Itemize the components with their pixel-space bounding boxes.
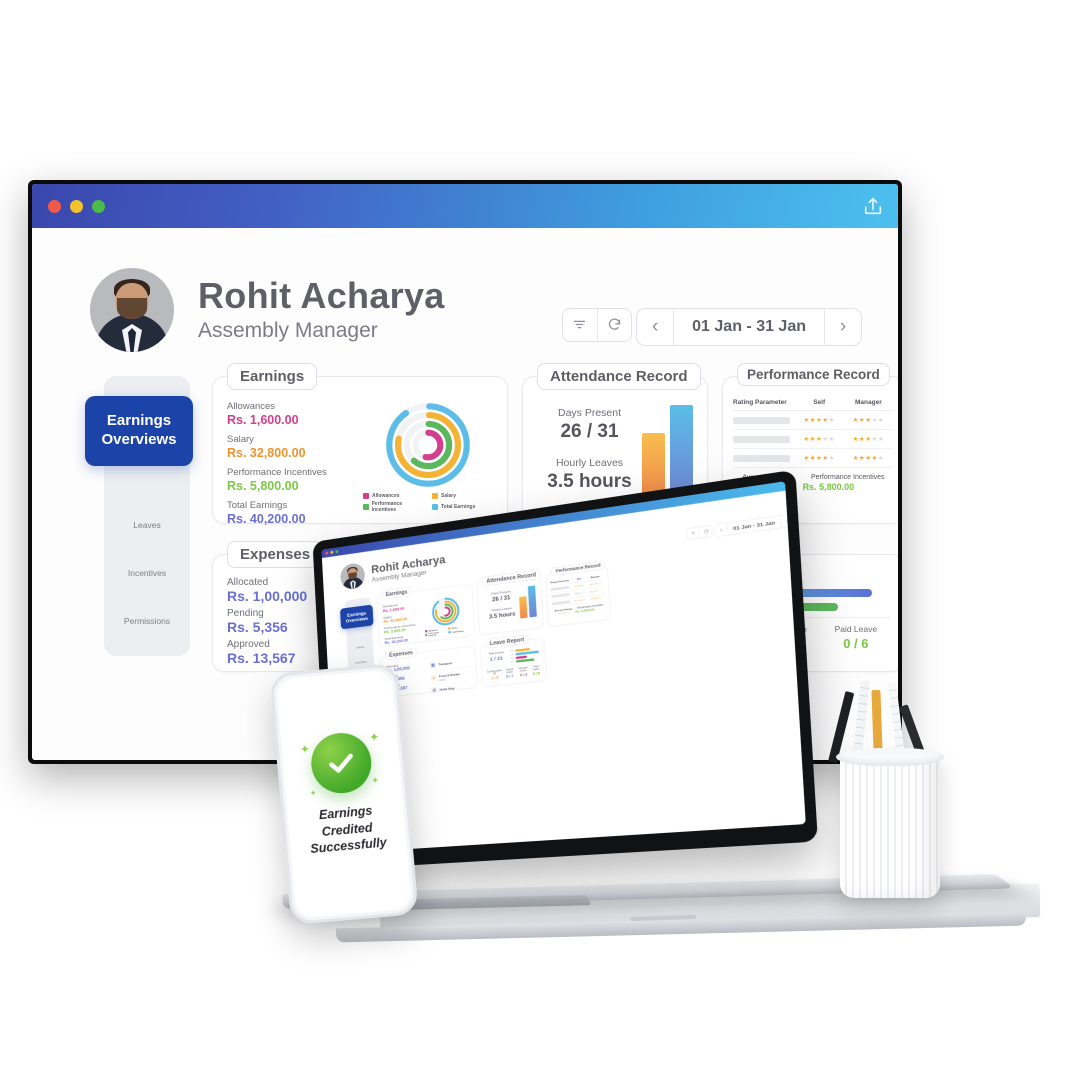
parameter-placeholder: [733, 416, 790, 424]
sidebar-item-label: Earnings Overviews: [101, 412, 177, 448]
earnings-label: Performance Incentives: [227, 467, 327, 478]
days-present-value: 26 / 31: [560, 421, 619, 442]
manager-rating: ★★★★★: [852, 455, 885, 462]
sidebar-item-permissions[interactable]: Permissions: [104, 616, 190, 626]
laptop-prev-icon: ‹: [719, 526, 723, 534]
earnings-label: Allowances: [227, 401, 276, 412]
bar-days-present: [670, 405, 693, 497]
share-upload-icon[interactable]: [862, 195, 884, 217]
laptop-attendance-title: Attendance Record: [482, 569, 541, 587]
table-row: ★★★★★ ★★★★★: [733, 449, 893, 468]
earnings-value: Rs. 32,800.00: [227, 446, 306, 460]
hourly-leaves-label: Hourly Leaves: [555, 457, 624, 469]
legend-item: Performance Incentives: [363, 501, 424, 513]
laptop-avatar: [339, 561, 366, 591]
laptop-donut-chart: [429, 595, 462, 628]
earnings-value: Rs. 40,200.00: [227, 512, 306, 526]
table-row: ★★★★★ ★★★★★: [733, 430, 893, 449]
pen-holder-rim: [836, 748, 944, 766]
chevron-right-icon[interactable]: ›: [825, 316, 861, 338]
multi-ring-donut-chart: [386, 403, 470, 487]
earnings-card-title: Earnings: [227, 363, 318, 390]
table-row: ★★★★★ ★★★★★: [733, 411, 893, 430]
sidebar-item-incentives[interactable]: Incentives: [104, 568, 190, 578]
legend-item: Allowances: [363, 493, 424, 499]
column-header: Manager: [855, 399, 882, 406]
earnings-legend: Allowances Salary Performance Incentives…: [363, 493, 493, 513]
laptop-next-icon: ›: [786, 516, 789, 525]
laptop-refresh-icon: [699, 525, 713, 538]
legend-item: Total Earnings: [432, 501, 493, 513]
chevron-left-icon[interactable]: ‹: [637, 316, 673, 338]
laptop-leave-report-title: Leave Report: [485, 634, 529, 649]
close-icon[interactable]: [48, 199, 61, 213]
maximize-icon[interactable]: [92, 199, 105, 213]
earnings-label: Total Earnings: [227, 500, 288, 511]
scene: Rohit Acharya Assembly Manager ‹ 01 Jan …: [0, 0, 1080, 1080]
earnings-card: Earnings Allowances Rs. 1,600.00 Salary …: [212, 363, 508, 526]
sidebar: Earnings Overviews Leaves Incentives Per…: [85, 376, 193, 656]
laptop-expenses-title: Expenses: [385, 647, 417, 661]
sidebar-item-earnings-overviews[interactable]: Earnings Overviews: [85, 396, 193, 466]
refresh-icon[interactable]: [596, 308, 631, 341]
earnings-value: Rs. 5,800.00: [227, 479, 299, 493]
attendance-card-title: Attendance Record: [537, 363, 701, 390]
filter-icon[interactable]: [563, 309, 597, 341]
phone-device: ✦ ✦ ✦ ✦ Earnings Credited Successfully: [269, 662, 419, 926]
laptop-hotel-icon: ▦: [431, 687, 438, 694]
performance-incentive-value: Rs. 5,800.00: [802, 482, 855, 492]
laptop-leave-report-card: Leave Report Total Leaves 1 / 21 CO CL V…: [480, 634, 547, 688]
laptop-sidebar-leaves: Leaves: [355, 645, 365, 650]
laptop-earnings-title: Earnings: [381, 586, 412, 600]
laptop-traffic-lights: [325, 549, 339, 555]
laptop-attendance-card: Attendance Record Days Present 26 / 31 H…: [476, 569, 544, 636]
avatar: [90, 268, 174, 352]
minimize-icon[interactable]: [70, 199, 83, 213]
leave-label: Paid Leave: [834, 624, 878, 634]
laptop-performance-card: Performance Record Rating Parameter Self M…: [545, 560, 611, 627]
laptop-filter-icon: [687, 527, 700, 540]
self-rating: ★★★★★: [803, 417, 835, 424]
earnings-value: Rs. 1,600.00: [227, 413, 299, 427]
hourly-leaves-value: 3.5 hours: [547, 471, 632, 492]
header-actions: ‹ 01 Jan - 31 Jan ›: [561, 296, 862, 346]
earnings-chart: Allowances Salary Performance Incentives…: [363, 401, 493, 513]
laptop-bus-icon: ▩: [429, 661, 436, 669]
phone-screen: ✦ ✦ ✦ ✦ Earnings Credited Successfully: [275, 669, 413, 919]
laptop-sidebar-active: Earnings Overviews: [340, 604, 374, 630]
self-rating: ★★★★★: [803, 455, 835, 462]
manager-rating: ★★★★★: [852, 417, 885, 424]
laptop-earnings-card: Earnings Allowances Rs. 1,600.00 Salary …: [376, 583, 475, 647]
profile-role: Assembly Manager: [198, 318, 378, 342]
performance-table-header: Rating Parameter Self Manager: [733, 399, 893, 411]
leave-value: 0 / 6: [843, 636, 869, 651]
self-rating: ★★★★★: [803, 436, 835, 443]
performance-card-title: Performance Record: [737, 363, 890, 386]
days-present-label: Days Present: [557, 407, 622, 419]
success-check-icon: ✦ ✦ ✦ ✦: [299, 729, 380, 798]
earnings-values: Allowances Rs. 1,600.00 Salary Rs. 32,80…: [227, 401, 363, 526]
earnings-label: Salary: [227, 434, 254, 445]
laptop-food-icon: ●: [430, 674, 437, 681]
legend-item: Salary: [432, 493, 493, 499]
page-title: Rohit Acharya: [198, 275, 445, 317]
manager-rating: ★★★★★: [852, 436, 885, 443]
bar-hourly-leaves: [642, 433, 665, 497]
date-range-selector[interactable]: ‹ 01 Jan - 31 Jan ›: [636, 308, 862, 346]
sidebar-item-leaves[interactable]: Leaves: [104, 520, 190, 530]
date-range-label: 01 Jan - 31 Jan: [673, 309, 825, 345]
traffic-lights[interactable]: [48, 199, 105, 213]
phone-success-message: Earnings Credited Successfully: [307, 801, 388, 858]
parameter-placeholder: [733, 435, 790, 443]
sidebar-item-label: Leaves: [133, 520, 161, 530]
sidebar-item-label: Permissions: [123, 616, 171, 626]
column-header: Rating Parameter: [733, 399, 787, 406]
parameter-placeholder: [733, 454, 790, 462]
column-header: Self: [813, 399, 826, 406]
performance-incentive-label: Performance Incentives: [811, 474, 885, 481]
sidebar-item-label: Incentives: [127, 568, 167, 578]
pen-holder: [840, 752, 940, 898]
window-titlebar: [32, 184, 898, 228]
laptop-performance-title: Performance Record: [551, 560, 605, 576]
